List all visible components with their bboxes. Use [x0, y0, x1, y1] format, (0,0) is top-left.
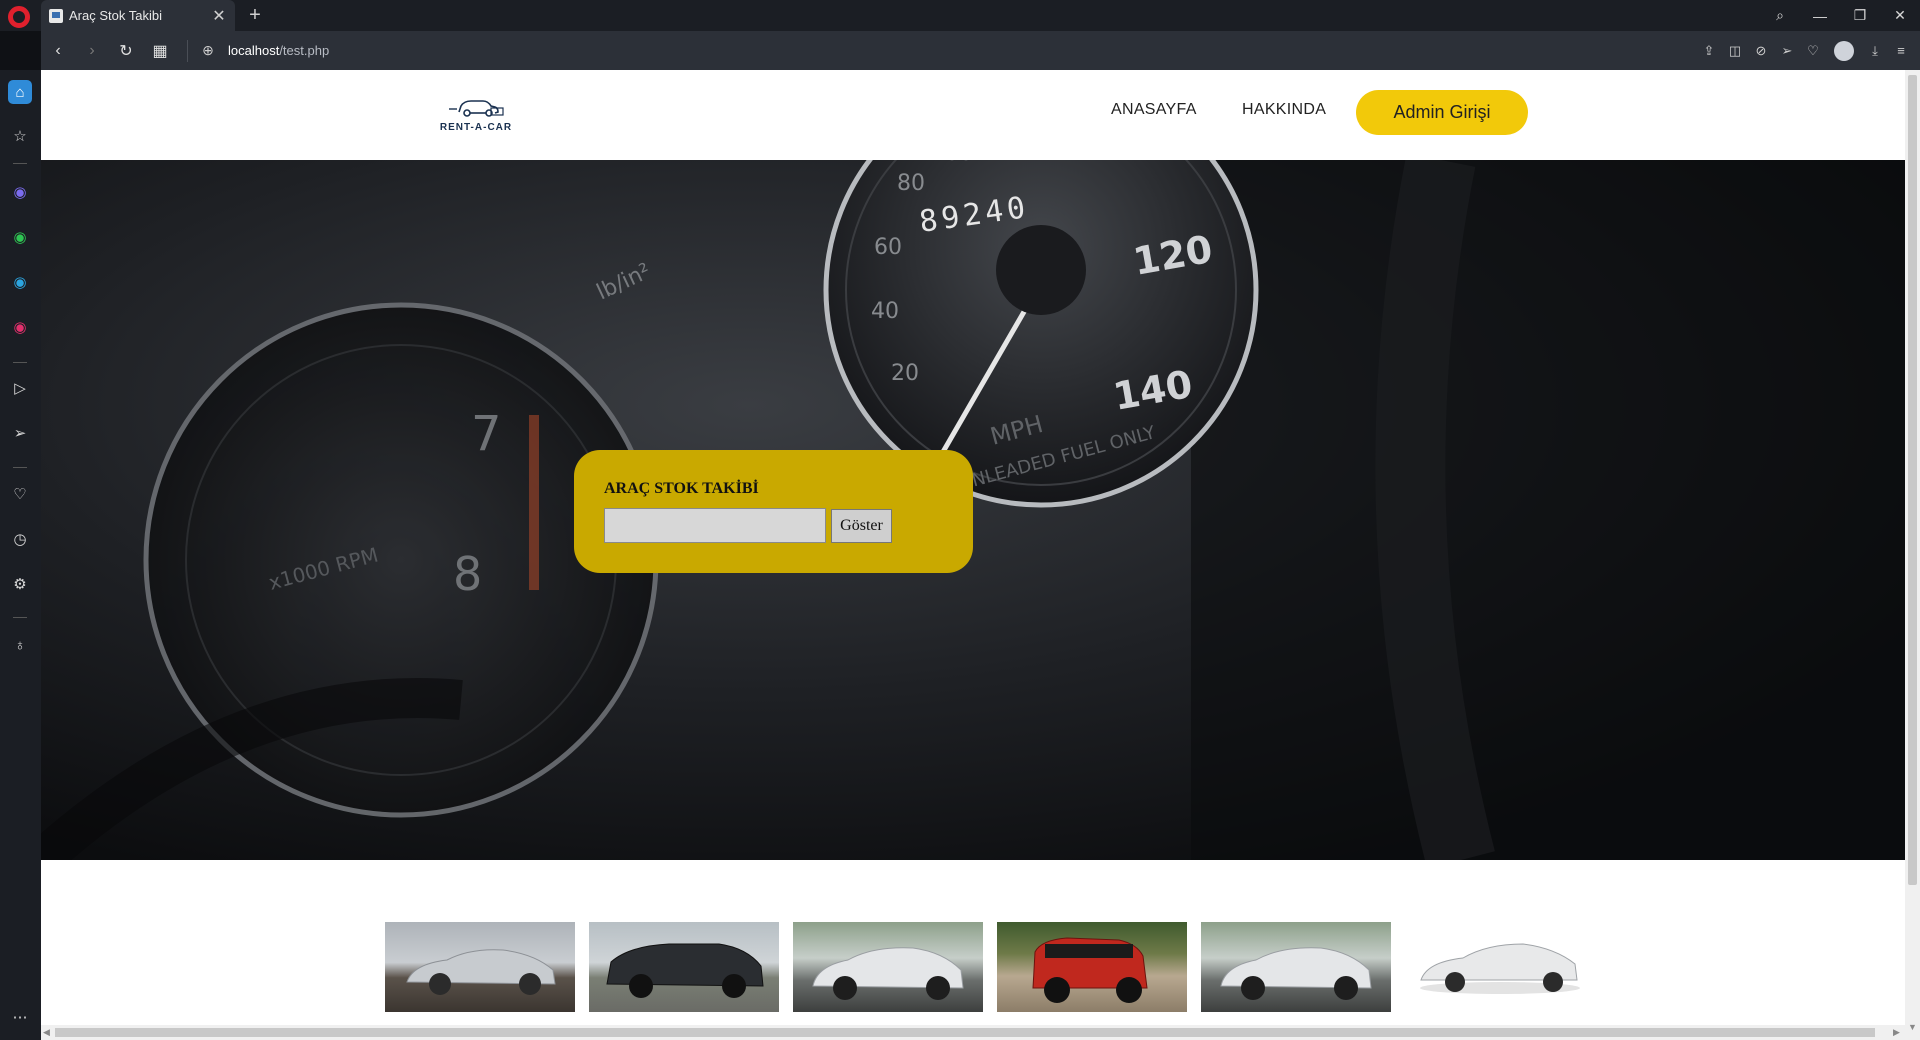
site-logo[interactable]: RENT-A-CAR — [431, 92, 521, 142]
browser-sidebar: ⌂ ☆ ◉ ◉ ◉ ◉ ▷ ➢ ♡ ◷ ⚙ ♁ ⋯ — [0, 70, 41, 1040]
sidebar-divider — [13, 617, 27, 618]
car-thumb-white-sedan[interactable] — [1405, 922, 1595, 1012]
show-button[interactable]: Göster — [831, 509, 892, 543]
address-bar[interactable]: localhost/test.php — [228, 43, 1696, 58]
stock-search-input[interactable] — [604, 508, 826, 543]
tach-number-7: 7 — [471, 406, 502, 462]
history-icon[interactable]: ◷ — [8, 527, 32, 551]
toolbar-actions: ⇪ ◫ ⊘ ➢ ♡ ⤓ ≡ — [1696, 40, 1920, 61]
search-tabs-icon[interactable]: ⌕ — [1760, 7, 1800, 24]
heart-icon[interactable]: ♡ — [1800, 43, 1826, 59]
sidebar-divider — [13, 467, 27, 468]
logo-text: RENT-A-CAR — [439, 122, 513, 133]
player-icon[interactable]: ▷ — [8, 376, 32, 400]
car-image — [1420, 943, 1580, 994]
car-thumb-red-jeep[interactable] — [997, 922, 1187, 1012]
flow-icon[interactable]: ➢ — [8, 421, 32, 445]
sidebar-divider — [13, 362, 27, 363]
url-host: localhost — [228, 43, 280, 58]
nav-link-home[interactable]: ANASAYFA — [1111, 101, 1197, 119]
speed-number-40: 40 — [871, 299, 899, 324]
restore-icon[interactable]: ❐ — [1840, 7, 1880, 24]
back-icon[interactable]: ‹ — [41, 42, 75, 60]
dashboard-gauges-image: 7 8 x1000 RPM lb/in² 89240 80 100 60 40 … — [41, 160, 1905, 860]
nav-link-about[interactable]: HAKKINDA — [1242, 101, 1326, 119]
minimize-icon[interactable]: — — [1800, 8, 1840, 24]
home-icon[interactable]: ⌂ — [8, 80, 32, 104]
car-thumb-white-hatchback-2[interactable] — [1201, 922, 1391, 1012]
window-controls: ⌕ — ❐ ✕ — [1760, 0, 1920, 31]
tab-title: Araç Stok Takibi — [69, 8, 162, 23]
sidebar-divider — [13, 163, 27, 164]
tab-grid-icon[interactable]: ▦ — [143, 41, 177, 61]
opera-logo-icon[interactable] — [8, 6, 30, 28]
telegram-icon[interactable]: ◉ — [8, 270, 32, 294]
adblock-icon[interactable]: ⊘ — [1748, 43, 1774, 59]
horizontal-scroll-thumb[interactable] — [55, 1028, 1875, 1037]
car-image — [1032, 937, 1148, 1003]
car-thumb-white-hatchback[interactable] — [793, 922, 983, 1012]
page-viewport: RENT-A-CAR ANASAYFA HAKKINDA Admin Giriş… — [41, 70, 1905, 1025]
hero-banner: 7 8 x1000 RPM lb/in² 89240 80 100 60 40 … — [41, 160, 1905, 860]
pressure-label: lb/in² — [593, 259, 655, 305]
whatsapp-icon[interactable]: ◉ — [8, 225, 32, 249]
speed-number-20: 20 — [891, 361, 919, 386]
instagram-icon[interactable]: ◉ — [8, 315, 32, 339]
toolbar-divider — [187, 39, 188, 62]
scroll-left-arrow-icon[interactable]: ◀ — [43, 1027, 50, 1038]
scroll-down-arrow-icon[interactable]: ▼ — [1908, 1022, 1917, 1032]
browser-tab[interactable]: Araç Stok Takibi ✕ — [41, 0, 235, 31]
car-image — [812, 947, 964, 1000]
site-info-icon[interactable]: ⊕ — [198, 42, 218, 59]
forward-icon[interactable]: › — [75, 42, 109, 60]
car-thumb-silver-sedan[interactable] — [385, 922, 575, 1012]
download-icon[interactable]: ⤓ — [1862, 43, 1888, 59]
car-image — [606, 943, 764, 998]
stock-search-panel: ARAÇ STOK TAKİBİ Göster — [574, 450, 973, 573]
speed-number-80: 80 — [897, 171, 925, 196]
scroll-right-arrow-icon[interactable]: ▶ — [1893, 1027, 1900, 1038]
speed-number-100: 100 — [931, 160, 973, 166]
speed-dial-icon[interactable]: ☆ — [8, 124, 32, 148]
tach-number-8: 8 — [453, 547, 482, 601]
settings-icon[interactable]: ⚙ — [8, 572, 32, 596]
more-icon[interactable]: ⋯ — [8, 1005, 32, 1029]
snapshot-icon[interactable]: ◫ — [1722, 43, 1748, 59]
browser-toolbar: ‹ › ↻ ▦ ⊕ localhost/test.php ⇪ ◫ ⊘ ➢ ♡ ⤓… — [41, 31, 1920, 70]
easy-setup-icon[interactable]: ≡ — [1888, 43, 1914, 58]
car-image — [406, 949, 556, 995]
browser-titlebar: Araç Stok Takibi ✕ + ⌕ — ❐ ✕ — [0, 0, 1920, 31]
profile-avatar[interactable] — [1834, 40, 1854, 61]
horizontal-scrollbar[interactable]: ◀ ▶ — [41, 1025, 1905, 1040]
close-window-icon[interactable]: ✕ — [1880, 7, 1920, 24]
car-image — [1220, 947, 1372, 1000]
car-thumb-black-suv[interactable] — [589, 922, 779, 1012]
tab-favicon-icon — [49, 8, 63, 23]
vertical-scroll-thumb[interactable] — [1908, 75, 1917, 885]
speed-number-60: 60 — [874, 235, 902, 260]
url-path: /test.php — [279, 43, 330, 58]
site-header: RENT-A-CAR ANASAYFA HAKKINDA Admin Giriş… — [41, 70, 1905, 160]
vertical-scrollbar[interactable]: ▼ — [1905, 70, 1920, 1040]
bookmarks-heart-icon[interactable]: ♡ — [8, 482, 32, 506]
messenger-icon[interactable]: ◉ — [8, 180, 32, 204]
car-logo-icon — [449, 100, 504, 117]
new-tab-button[interactable]: + — [244, 3, 266, 27]
stock-panel-title: ARAÇ STOK TAKİBİ — [604, 480, 759, 497]
tips-lightbulb-icon[interactable]: ♁ — [8, 633, 32, 657]
reload-icon[interactable]: ↻ — [109, 41, 143, 61]
send-icon[interactable]: ➢ — [1774, 43, 1800, 59]
admin-login-button[interactable]: Admin Girişi — [1356, 90, 1528, 135]
share-icon[interactable]: ⇪ — [1696, 43, 1722, 59]
tab-close-icon[interactable]: ✕ — [211, 6, 227, 26]
